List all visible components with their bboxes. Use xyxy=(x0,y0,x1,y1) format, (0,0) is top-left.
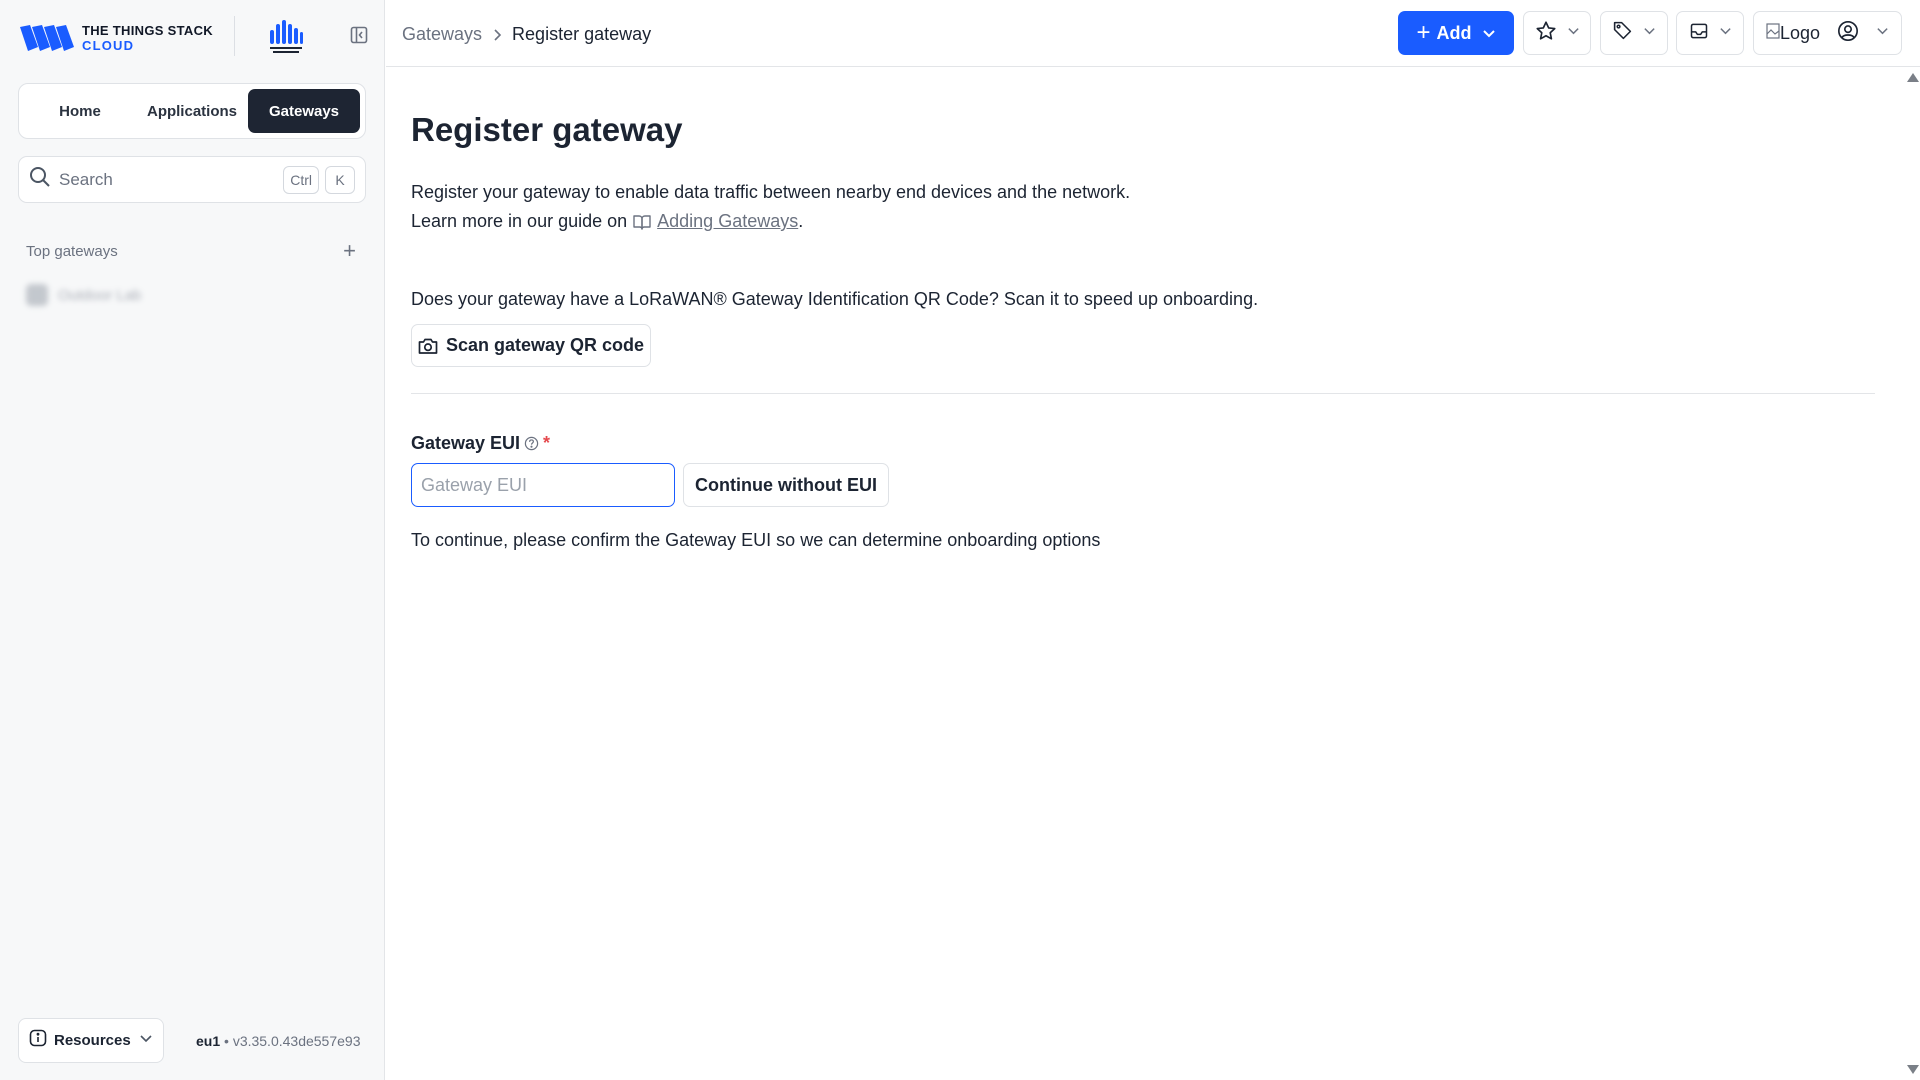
chevron-down-icon xyxy=(139,1031,153,1050)
bookmarks-dropdown[interactable] xyxy=(1523,11,1591,55)
the-things-stack-logo-icon xyxy=(18,23,74,53)
required-asterisk: * xyxy=(543,433,551,453)
chevron-down-icon xyxy=(1567,24,1580,42)
onboarding-hint: To continue, please confirm the Gateway … xyxy=(411,530,1101,550)
tag-icon xyxy=(1612,20,1633,46)
top-gateways-title: Top gateways xyxy=(26,242,118,260)
add-button[interactable]: + Add xyxy=(1398,11,1514,55)
search-placeholder: Search xyxy=(59,169,113,189)
top-gateways-header: Top gateways + xyxy=(26,240,356,262)
cluster-label: eu1 xyxy=(196,1033,221,1049)
gateway-eui-label-text: Gateway EUI xyxy=(411,433,521,453)
profile-dropdown[interactable]: Logo xyxy=(1753,11,1902,55)
shortcut-key-ctrl: Ctrl xyxy=(283,165,319,194)
nav-tab-gateways[interactable]: Gateways xyxy=(248,89,360,133)
brand-name: THE THINGS STACK xyxy=(82,23,213,38)
star-icon xyxy=(1535,20,1557,47)
intro-suffix: . xyxy=(798,211,804,231)
inbox-icon xyxy=(1689,21,1709,46)
nav-tab-home[interactable]: Home xyxy=(24,89,136,133)
scan-qr-code-button[interactable]: Scan gateway QR code xyxy=(411,324,651,367)
sidebar-search[interactable]: Search Ctrl K xyxy=(18,156,366,203)
chevron-down-icon xyxy=(1876,24,1889,42)
page-scrollbar[interactable] xyxy=(1904,67,1920,1080)
gateway-eui-label: Gateway EUI * xyxy=(411,433,550,454)
add-top-gateway-plus-icon[interactable]: + xyxy=(343,240,356,262)
brand-divider xyxy=(234,16,235,56)
chevron-down-icon xyxy=(1719,24,1732,42)
intro-text: Register your gateway to enable data tra… xyxy=(411,178,1311,236)
broken-image-icon xyxy=(1766,22,1780,44)
profile-logo-alt-text: Logo xyxy=(1780,22,1821,43)
adding-gateways-link[interactable]: Adding Gateways xyxy=(657,207,798,236)
top-header: Gateways Register gateway + Add Logo xyxy=(386,0,1920,67)
brand-logo[interactable]: THE THINGS STACK CLOUD xyxy=(18,20,213,56)
gateway-eui-input[interactable] xyxy=(411,463,675,507)
camera-icon xyxy=(418,337,438,355)
help-circle-icon[interactable] xyxy=(524,436,539,451)
breadcrumb-current: Register gateway xyxy=(512,24,652,44)
resources-label: Resources xyxy=(54,1032,131,1049)
plus-icon: + xyxy=(1416,19,1431,46)
profile-logo: Logo xyxy=(1766,23,1820,44)
nav-tab-applications[interactable]: Applications xyxy=(136,89,248,133)
info-icon xyxy=(29,1029,47,1052)
scroll-up-arrow-icon[interactable] xyxy=(1907,73,1919,82)
scroll-down-arrow-icon[interactable] xyxy=(1907,1065,1919,1074)
intro-line: Register your gateway to enable data tra… xyxy=(411,182,1131,202)
breadcrumb-gateways[interactable]: Gateways xyxy=(402,24,482,45)
user-circle-icon xyxy=(1837,20,1859,47)
book-icon xyxy=(633,214,651,230)
sidebar-collapse-icon[interactable] xyxy=(348,24,370,46)
chevron-right-icon xyxy=(492,28,502,42)
top-gateway-item-label: Outdoor Lab xyxy=(58,286,142,304)
scan-qr-code-label: Scan gateway QR code xyxy=(445,335,645,355)
the-things-industries-logo-icon xyxy=(266,20,306,54)
continue-without-eui-button[interactable]: Continue without EUI xyxy=(683,463,889,507)
top-gateway-item[interactable]: Outdoor Lab xyxy=(26,284,141,306)
breadcrumb: Gateways Register gateway xyxy=(402,24,651,45)
sidebar: THE THINGS STACK CLOUD Home Applications… xyxy=(0,0,385,1080)
chevron-down-icon xyxy=(1643,24,1656,42)
page-title: Register gateway xyxy=(411,111,683,148)
version-info: eu1 • v3.35.0.43de557e93 xyxy=(196,1033,361,1049)
section-divider xyxy=(411,393,1875,394)
chevron-down-icon xyxy=(1482,26,1496,40)
main-nav-tabs: Home Applications Gateways xyxy=(18,83,366,139)
qr-prompt: Does your gateway have a LoRaWAN® Gatewa… xyxy=(411,289,1259,309)
resources-button[interactable]: Resources xyxy=(18,1018,164,1063)
intro-guide-prefix: Learn more in our guide on xyxy=(411,211,628,231)
inbox-dropdown[interactable] xyxy=(1676,11,1744,55)
brand-subname: CLOUD xyxy=(82,38,135,53)
version-label: v3.35.0.43de557e93 xyxy=(232,1033,361,1049)
add-button-label: Add xyxy=(1436,22,1472,43)
search-icon xyxy=(29,166,51,193)
gateway-icon xyxy=(26,284,48,306)
shortcut-key-k: K xyxy=(325,165,355,194)
notifications-tag-dropdown[interactable] xyxy=(1600,11,1668,55)
